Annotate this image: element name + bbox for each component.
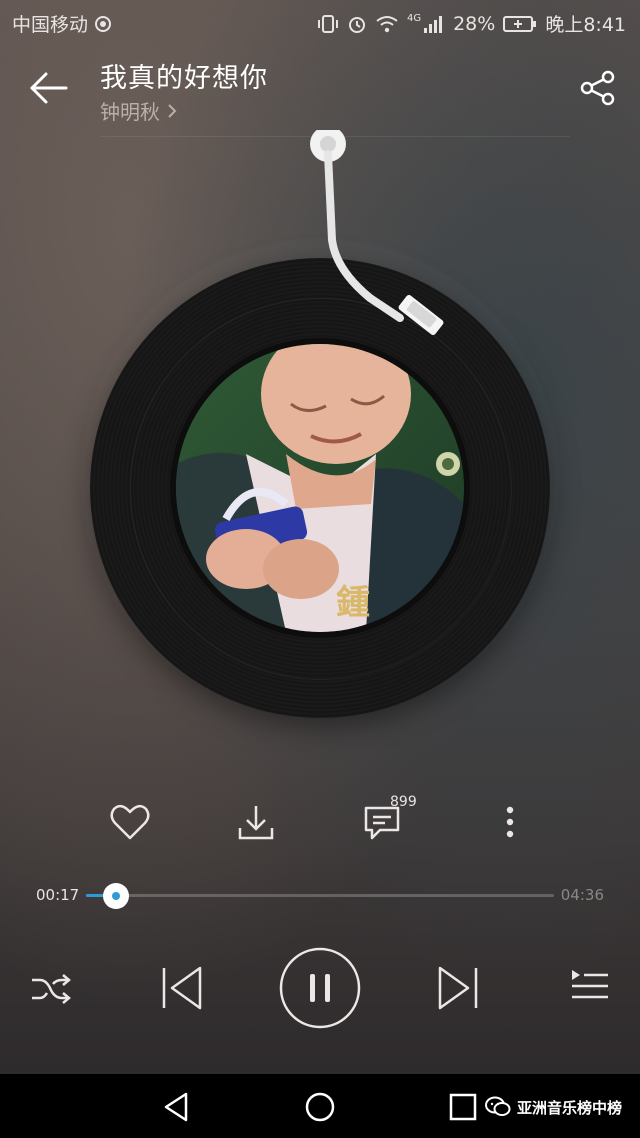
clock: 晚上8:41	[545, 14, 626, 36]
circle-home-icon	[305, 1092, 335, 1122]
carrier-name: 中国移动	[12, 14, 89, 36]
chevron-right-icon	[168, 103, 177, 118]
playback-controls	[0, 944, 640, 1034]
progress-section: 00:17 04:36	[0, 878, 640, 914]
navigation-bar: 亚洲音乐榜中榜	[0, 1074, 640, 1138]
status-left: 中国移动	[12, 10, 112, 37]
wechat-icon	[484, 1096, 511, 1116]
previous-button[interactable]	[158, 964, 206, 1016]
current-time: 00:17	[36, 886, 80, 904]
watermark-text: 亚洲音乐榜中榜	[516, 1098, 622, 1117]
vibrate-icon	[317, 14, 338, 33]
wifi-icon	[376, 15, 398, 32]
shuffle-icon	[32, 974, 71, 1004]
player-header: 我真的好想你 钟明秋	[0, 52, 640, 137]
nav-home-button[interactable]	[303, 1090, 337, 1124]
back-arrow-icon	[30, 72, 68, 104]
battery-percent: 28%	[453, 12, 496, 35]
song-title: 我真的好想你	[100, 63, 268, 94]
status-bar: 中国移动 4G 28% 晚上8:41	[0, 0, 640, 44]
action-bar: 899	[0, 790, 640, 850]
back-button[interactable]	[26, 68, 72, 108]
playlist-button[interactable]	[566, 966, 612, 1016]
artist-name: 钟明秋	[100, 100, 160, 124]
pause-icon	[279, 947, 361, 1029]
music-player-screen: 中国移动 4G 28% 晚上8:41 我真的好想你 钟明秋 鍾 899 00:1…	[0, 0, 640, 1138]
nav-back-button[interactable]	[160, 1090, 194, 1124]
tonearm[interactable]	[300, 126, 460, 350]
next-track-icon	[438, 966, 478, 1010]
triangle-back-icon	[164, 1092, 188, 1122]
artist-link[interactable]: 钟明秋	[100, 96, 178, 125]
tonearm-graphic	[310, 126, 444, 336]
alarm-icon	[348, 16, 365, 33]
share-button[interactable]	[578, 68, 618, 108]
album-photo: 鍾	[176, 344, 464, 632]
battery-charging-icon	[503, 15, 537, 32]
download-icon	[238, 806, 274, 840]
download-button[interactable]	[232, 798, 280, 846]
signal-group: 4G	[407, 13, 445, 34]
album-cover: 鍾	[170, 338, 470, 638]
nav-recents-button[interactable]	[446, 1090, 480, 1124]
shuffle-button[interactable]	[28, 966, 74, 1016]
more-vertical-icon	[506, 806, 514, 838]
playlist-icon	[572, 970, 608, 999]
previous-track-icon	[162, 966, 202, 1010]
progress-track[interactable]	[86, 883, 554, 909]
hd-call-icon	[95, 15, 112, 32]
more-button[interactable]	[486, 798, 534, 846]
heart-icon	[110, 804, 150, 840]
share-icon	[580, 70, 615, 106]
comment-count: 899	[390, 794, 417, 810]
status-right: 4G 28% 晚上8:41	[317, 10, 626, 37]
signal-icon	[424, 16, 443, 33]
progress-thumb[interactable]	[103, 883, 130, 909]
watermark: 亚洲音乐榜中榜	[484, 1096, 622, 1118]
favorite-button[interactable]	[106, 798, 154, 846]
next-button[interactable]	[434, 964, 482, 1016]
square-recents-icon	[449, 1093, 477, 1121]
total-time: 04:36	[560, 886, 604, 904]
svg-text:鍾: 鍾	[336, 583, 370, 623]
pause-button[interactable]	[278, 946, 362, 1034]
network-type: 4G	[406, 13, 422, 24]
